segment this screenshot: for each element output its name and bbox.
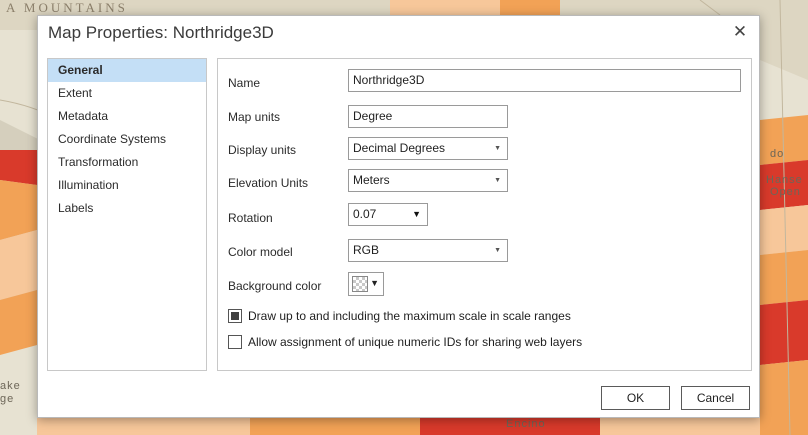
draw-up-to-checkbox[interactable] xyxy=(228,309,242,323)
display-units-value: Decimal Degrees xyxy=(353,141,446,155)
map-units-field: Degree xyxy=(348,105,508,128)
nav-item-extent[interactable]: Extent xyxy=(48,82,206,105)
display-units-dropdown[interactable]: Decimal Degrees ▼ xyxy=(348,137,508,160)
color-model-value: RGB xyxy=(353,243,380,257)
draw-up-to-checkbox-row[interactable]: Draw up to and including the maximum sca… xyxy=(228,309,571,323)
color-model-dropdown[interactable]: RGB ▼ xyxy=(348,239,508,262)
unique-ids-label: Allow assignment of unique numeric IDs f… xyxy=(248,335,583,349)
close-icon: ✕ xyxy=(732,22,748,41)
unique-ids-checkbox-row[interactable]: Allow assignment of unique numeric IDs f… xyxy=(228,335,582,349)
nav-item-general[interactable]: General xyxy=(48,59,206,82)
map-label-hanse: Hanse xyxy=(766,174,803,186)
nav-item-metadata[interactable]: Metadata xyxy=(48,105,206,128)
background-color-label: Background color xyxy=(228,279,322,293)
chevron-down-icon: ▼ xyxy=(494,177,501,184)
nav-item-labels[interactable]: Labels xyxy=(48,197,206,220)
chevron-down-icon: ▼ xyxy=(370,278,379,288)
cancel-button[interactable]: Cancel xyxy=(681,386,750,410)
elevation-units-value: Meters xyxy=(353,173,390,187)
ok-button[interactable]: OK xyxy=(601,386,670,410)
dialog-title: Map Properties: Northridge3D xyxy=(48,23,274,42)
nav-item-transformation[interactable]: Transformation xyxy=(48,151,206,174)
map-label-ake: ake xyxy=(0,380,21,392)
rotation-value: 0.07 xyxy=(353,207,377,221)
chevron-down-icon: ▼ xyxy=(412,209,421,219)
transparent-swatch-icon xyxy=(352,276,368,292)
chevron-down-icon: ▼ xyxy=(494,145,501,152)
color-model-label: Color model xyxy=(228,245,293,259)
draw-up-to-label: Draw up to and including the maximum sca… xyxy=(248,309,571,323)
chevron-down-icon: ▼ xyxy=(494,247,501,254)
nav-item-coordinate-systems[interactable]: Coordinate Systems xyxy=(48,128,206,151)
elevation-units-label: Elevation Units xyxy=(228,176,309,190)
close-button[interactable]: ✕ xyxy=(729,21,751,43)
rotation-label: Rotation xyxy=(228,211,273,225)
background-color-picker[interactable]: ▼ xyxy=(348,272,384,296)
rotation-combobox[interactable]: 0.07 ▼ xyxy=(348,203,428,226)
map-label-mountains: A MOUNTAINS xyxy=(6,0,128,15)
unique-ids-checkbox[interactable] xyxy=(228,335,242,349)
map-label-do: do xyxy=(770,148,785,160)
name-input[interactable]: Northridge3D xyxy=(348,69,741,92)
display-units-label: Display units xyxy=(228,143,297,157)
map-units-label: Map units xyxy=(228,110,281,124)
map-label-encino: Encino xyxy=(506,418,546,430)
map-properties-dialog: Map Properties: Northridge3D ✕ General E… xyxy=(37,15,760,418)
map-label-ge: ge xyxy=(0,393,15,405)
properties-nav: General Extent Metadata Coordinate Syste… xyxy=(47,58,207,371)
map-label-open: Open xyxy=(770,186,801,198)
elevation-units-dropdown[interactable]: Meters ▼ xyxy=(348,169,508,192)
name-label: Name xyxy=(228,76,261,90)
nav-item-illumination[interactable]: Illumination xyxy=(48,174,206,197)
general-panel: Name Northridge3D Map units Degree Displ… xyxy=(217,58,752,371)
